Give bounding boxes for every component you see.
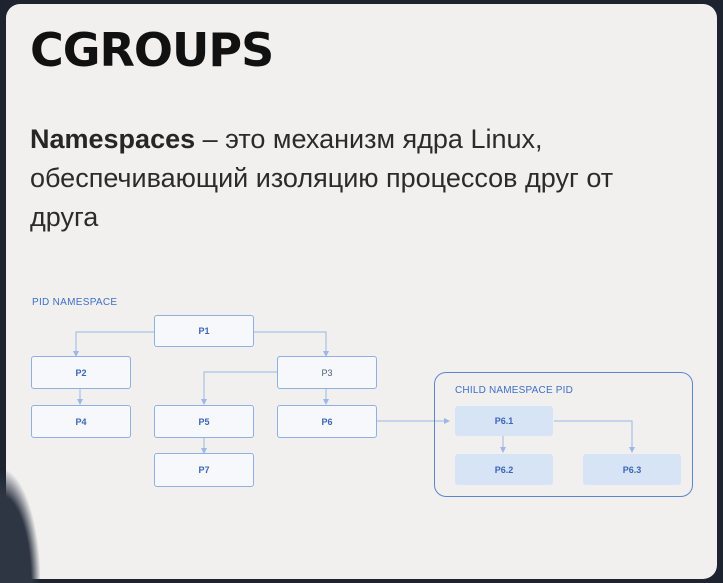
presenter-shadow: [0, 470, 40, 583]
edge-p1-p3: [254, 331, 329, 357]
edge-p1-p2: [73, 331, 154, 357]
slide: CGROUPS Namespaces – это механизм ядра L…: [6, 4, 717, 579]
process-node-p1: P1: [154, 315, 254, 347]
process-node-p6-1: P6.1: [455, 406, 553, 436]
child-namespace-label: CHILD NAMESPACE PID: [455, 385, 574, 396]
process-node-p5: P5: [154, 405, 254, 438]
process-node-p6: P6: [277, 405, 377, 438]
process-node-p6-2: P6.2: [455, 454, 553, 485]
edge-p3-p5: [201, 371, 277, 405]
process-node-p2: P2: [31, 356, 131, 389]
process-node-p6-3: P6.3: [583, 454, 681, 485]
process-node-p4: P4: [31, 405, 131, 438]
process-node-p7: P7: [154, 453, 254, 487]
process-node-p3: P3: [277, 356, 377, 389]
